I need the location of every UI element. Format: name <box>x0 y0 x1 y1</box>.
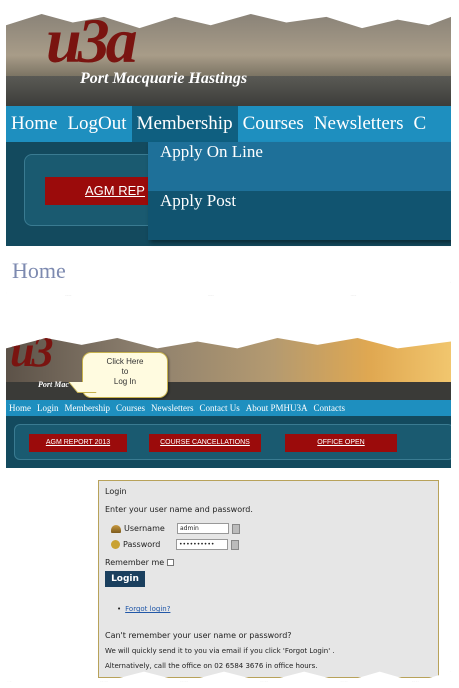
password-input[interactable]: •••••••••• <box>176 539 228 550</box>
nav-logout[interactable]: LogOut <box>62 106 131 142</box>
membership-dropdown: Apply On Line Apply Post <box>148 142 451 240</box>
site-subtitle: Port Macquarie Hastings <box>80 70 248 87</box>
user-icon <box>111 524 121 533</box>
login-button[interactable]: Login <box>105 571 145 587</box>
cant-remember-text: Can't remember your user name or passwor… <box>105 631 292 640</box>
main-nav: Home Login Membership Courses Newsletter… <box>6 400 451 416</box>
username-input[interactable]: admin <box>177 523 229 534</box>
keyboard-icon[interactable] <box>232 523 240 534</box>
nav-home[interactable]: Home <box>6 106 62 142</box>
main-nav: Home LogOut Membership Courses Newslette… <box>6 106 451 142</box>
menu-item-apply-post[interactable]: Apply Post <box>148 191 451 240</box>
main-content: Login Enter your user name and password.… <box>6 468 451 682</box>
password-label: Password <box>123 540 161 549</box>
username-row: Username admin <box>111 523 240 534</box>
login-form: Login Enter your user name and password.… <box>98 480 439 678</box>
site-banner: u3a Port Macquarie Hastings <box>6 14 451 106</box>
nav-contacts[interactable]: Contacts <box>311 403 349 413</box>
phone-info-text: Alternatively, call the office on 02 658… <box>105 662 318 670</box>
login-instructions: Enter your user name and password. <box>105 505 253 514</box>
agm-report-button[interactable]: AGM REPORT 2013 <box>29 434 127 452</box>
callout-line-1: Click Here <box>106 357 144 366</box>
callout-line-2: to <box>121 367 129 376</box>
forgot-login-link[interactable]: Forgot login? <box>117 605 170 613</box>
nav-courses[interactable]: Courses <box>113 403 148 413</box>
nav-membership[interactable]: Membership <box>131 106 238 142</box>
login-page-screenshot: u3 Port Mac Click Here to Log In Home Lo… <box>6 338 451 682</box>
u3a-logo: u3a <box>46 14 138 76</box>
email-info-text: We will quickly send it to you via email… <box>105 647 335 655</box>
membership-menu-screenshot: u3a Port Macquarie Hastings Home LogOut … <box>6 14 451 296</box>
nav-contact-us[interactable]: Contact Us <box>197 403 243 413</box>
remember-label: Remember me <box>105 558 165 567</box>
u3a-logo: u3 <box>10 338 54 376</box>
username-label: Username <box>124 524 165 533</box>
site-subtitle: Port Mac <box>38 380 69 389</box>
callout-line-3: Log In <box>113 377 137 386</box>
page-title: Home <box>12 258 66 283</box>
keyboard-icon[interactable] <box>231 539 239 550</box>
remember-checkbox[interactable] <box>166 559 174 566</box>
nav-home[interactable]: Home <box>6 403 34 413</box>
nav-courses[interactable]: Courses <box>238 106 309 142</box>
course-cancellations-button[interactable]: COURSE CANCELLATIONS <box>149 434 261 452</box>
password-row: Password •••••••••• <box>111 539 239 550</box>
login-title: Login <box>105 487 127 496</box>
nav-membership[interactable]: Membership <box>62 403 114 413</box>
nav-about[interactable]: About PMHU3A <box>243 403 311 413</box>
office-open-button[interactable]: OFFICE OPEN <box>285 434 397 452</box>
nav-login[interactable]: Login <box>34 403 62 413</box>
lock-icon <box>111 540 120 549</box>
nav-newsletters[interactable]: Newsletters <box>309 106 409 142</box>
announcement-box: AGM REPORT 2013 COURSE CANCELLATIONS OFF… <box>14 424 451 460</box>
announcement-strip: AGM REPORT 2013 COURSE CANCELLATIONS OFF… <box>6 416 451 468</box>
login-callout: Click Here to Log In <box>82 352 168 398</box>
nav-newsletters[interactable]: Newsletters <box>148 403 197 413</box>
site-banner-sunset: u3 Port Mac <box>6 338 451 400</box>
nav-contact-truncated[interactable]: C <box>409 106 432 142</box>
remember-me: Remember me <box>105 558 174 567</box>
menu-item-apply-online[interactable]: Apply On Line <box>148 142 451 191</box>
